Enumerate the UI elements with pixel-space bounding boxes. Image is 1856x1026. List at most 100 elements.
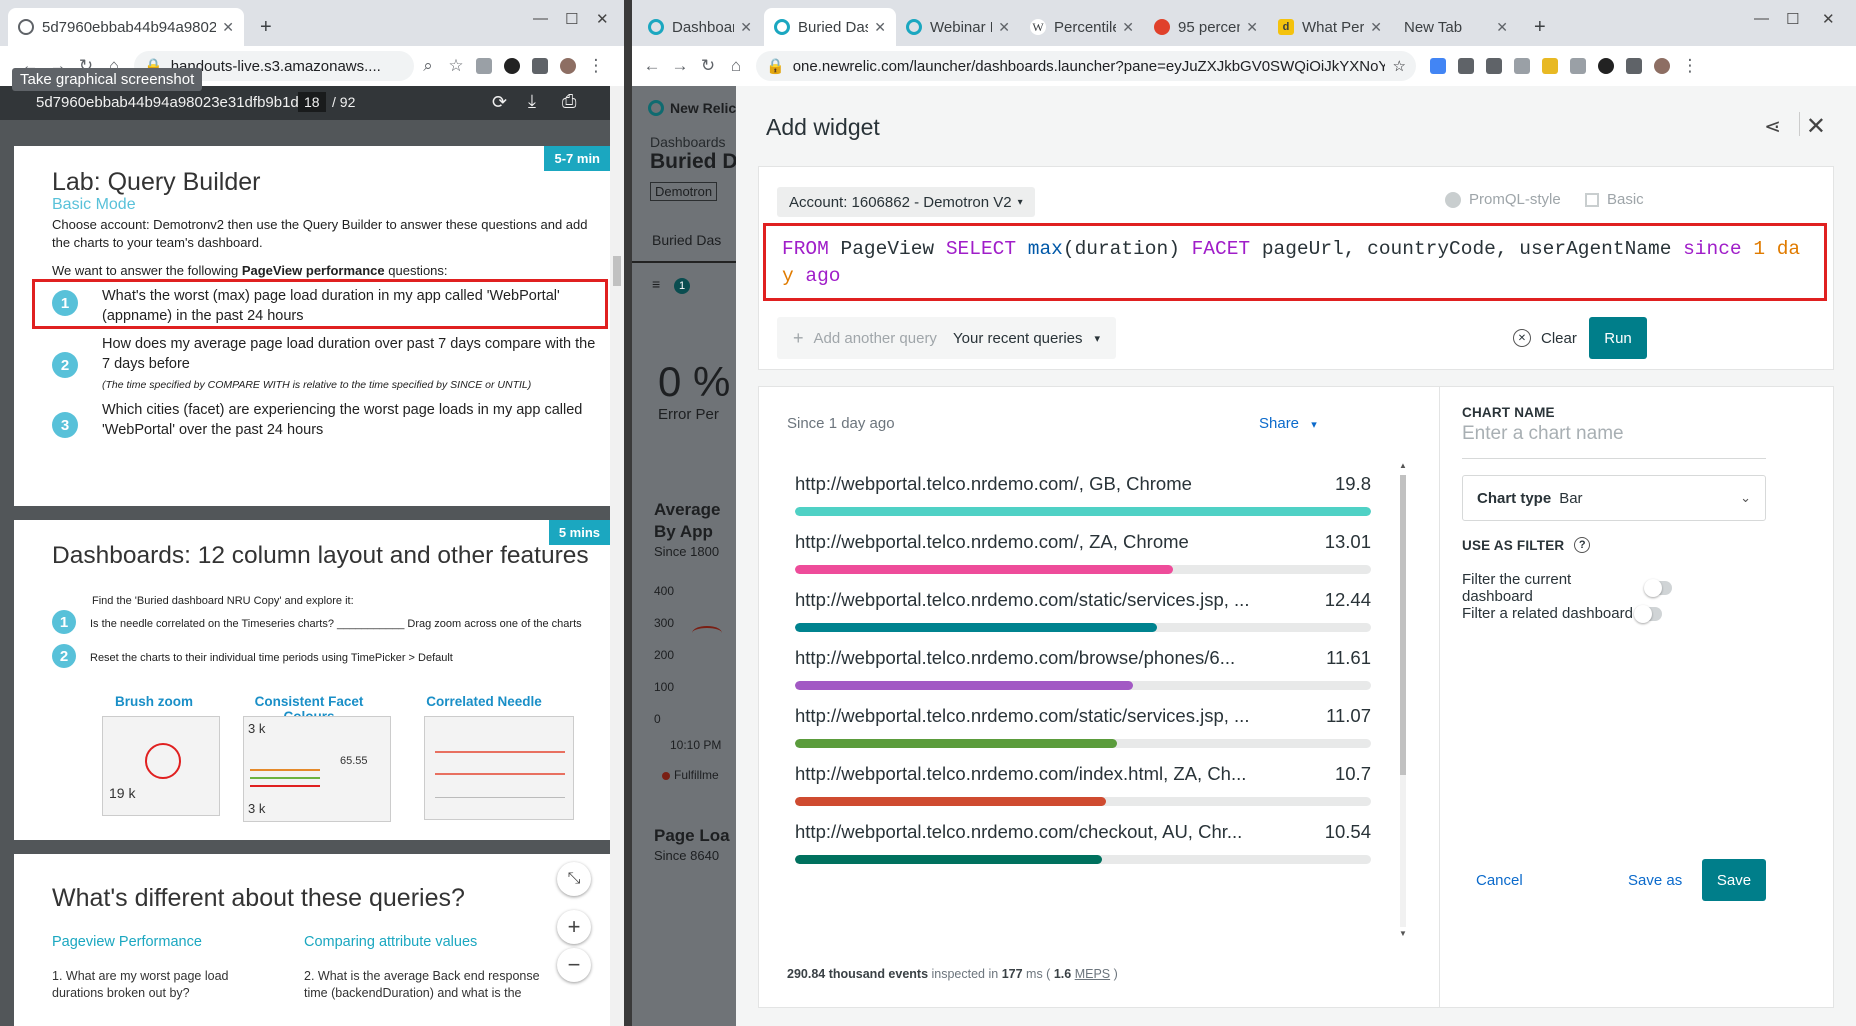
tab-pdf[interactable]: 5d7960ebbab44b94a9802 ✕ <box>8 8 244 46</box>
filter-current-toggle[interactable] <box>1644 579 1672 597</box>
bar-row[interactable]: http://webportal.telco.nrdemo.com/, GB, … <box>795 473 1371 516</box>
tab-webinar[interactable]: Webinar Da✕ <box>896 8 1020 46</box>
add-query-button[interactable]: + Add another query <box>777 317 953 359</box>
run-button[interactable]: Run <box>1589 317 1647 359</box>
tab-new-tab[interactable]: New Tab ✕ <box>1394 8 1518 46</box>
tab-buried-dash[interactable]: Buried Dash✕ <box>764 8 896 46</box>
tab-95-percentile[interactable]: 95 percentile✕ <box>1144 8 1268 46</box>
nrql-editor[interactable]: FROM PageView SELECT max(duration) FACET… <box>763 223 1827 301</box>
clear-button[interactable]: ✕ Clear <box>1497 317 1593 359</box>
new-tab-button[interactable]: + <box>1524 8 1554 46</box>
close-window-icon[interactable]: ✕ <box>596 10 609 28</box>
zoom-out-button[interactable]: − <box>557 948 591 982</box>
filter-current-row[interactable]: Filter the current dashboard <box>1462 571 1672 605</box>
print-icon[interactable]: ⎙ <box>562 91 576 112</box>
avatar[interactable] <box>560 58 576 74</box>
screenshot-icon[interactable] <box>1458 58 1474 74</box>
chart-type-select[interactable]: Chart type Bar ⌄ <box>1462 475 1766 521</box>
bar-value-label: 12.44 <box>1324 589 1371 610</box>
close-tab-icon[interactable]: ✕ <box>1370 19 1382 36</box>
close-tab-icon[interactable]: ✕ <box>998 19 1010 36</box>
filter-related-row[interactable]: Filter a related dashboard <box>1462 604 1662 623</box>
close-tab-icon[interactable]: ✕ <box>222 19 234 36</box>
slide-subtitle: Basic Mode <box>52 196 136 213</box>
download-icon[interactable]: ⤓ <box>528 91 536 112</box>
bar-row[interactable]: http://webportal.telco.nrdemo.com/, ZA, … <box>795 531 1371 574</box>
close-icon[interactable]: ✕ <box>1806 112 1826 141</box>
puzzle-icon[interactable] <box>1626 58 1642 74</box>
translate-icon[interactable] <box>1430 58 1446 74</box>
rotate-icon[interactable]: ⟳ <box>492 92 507 113</box>
account-pill[interactable]: Demotron <box>650 182 718 201</box>
share-dropdown[interactable]: Share ▾ <box>1259 415 1317 432</box>
avatar[interactable] <box>1654 58 1670 74</box>
bar-row[interactable]: http://webportal.telco.nrdemo.com/index.… <box>795 763 1371 806</box>
close-tab-icon[interactable]: ✕ <box>1496 19 1508 36</box>
filter-related-toggle[interactable] <box>1634 604 1662 623</box>
bookmark-star-icon[interactable]: ☆ <box>442 56 470 76</box>
record-extension-icon[interactable] <box>1598 58 1614 74</box>
bar-row[interactable]: http://webportal.telco.nrdemo.com/static… <box>795 705 1371 748</box>
pdf-page-input[interactable]: 18 <box>298 92 326 112</box>
chart-name-label: CHART NAME <box>1462 405 1555 420</box>
filter-icon[interactable]: ≡ <box>652 276 660 292</box>
puzzle-icon[interactable] <box>532 58 548 74</box>
pdf-scrollbar[interactable] <box>610 86 624 1026</box>
new-tab-button[interactable]: + <box>250 8 280 46</box>
save-as-button[interactable]: Save as <box>1610 859 1700 901</box>
chart-name-input[interactable]: Enter a chart name <box>1462 423 1766 459</box>
lightning-icon[interactable] <box>1542 58 1558 74</box>
tab-what-percentile[interactable]: d What Percen✕ <box>1268 8 1392 46</box>
camera-icon[interactable] <box>1514 58 1530 74</box>
close-tab-icon[interactable]: ✕ <box>874 19 886 36</box>
close-tab-icon[interactable]: ✕ <box>1246 19 1258 36</box>
cancel-button[interactable]: Cancel <box>1458 859 1541 901</box>
help-icon[interactable]: ? <box>1574 537 1591 553</box>
thumb-value: 3 k <box>248 801 266 816</box>
fit-page-button[interactable]: ⤡ <box>557 862 591 896</box>
basic-toggle[interactable]: Basic <box>1585 191 1644 208</box>
account-picker[interactable]: Account: 1606862 - Demotron V2 ▾ <box>777 187 1035 217</box>
cast-icon[interactable] <box>1486 58 1502 74</box>
scroll-up-icon[interactable]: ▲ <box>1399 461 1407 470</box>
dashboard-tab[interactable]: Buried Das <box>652 232 721 248</box>
scroll-down-icon[interactable]: ▼ <box>1399 929 1407 938</box>
zoom-icon[interactable]: ⌕ <box>414 56 442 76</box>
close-tab-icon[interactable]: ✕ <box>740 19 752 36</box>
bookmark-star-icon[interactable]: ☆ <box>1393 57 1406 75</box>
record-extension-icon[interactable] <box>504 58 520 74</box>
close-tab-icon[interactable]: ✕ <box>1122 19 1134 36</box>
save-button[interactable]: Save <box>1702 859 1766 901</box>
close-window-icon[interactable]: ✕ <box>1822 10 1835 28</box>
newrelic-icon <box>648 19 664 35</box>
tab-percentile-wiki[interactable]: W Percentile - V✕ <box>1020 8 1144 46</box>
share-icon[interactable]: ⋖ <box>1764 114 1781 139</box>
minimize-icon[interactable]: — <box>533 10 548 27</box>
query-panel: Account: 1606862 - Demotron V2 ▾ PromQL-… <box>758 166 1834 370</box>
maximize-icon[interactable]: ☐ <box>565 10 578 28</box>
maximize-icon[interactable]: ☐ <box>1786 10 1799 28</box>
bar <box>795 739 1118 748</box>
shield-extension-icon[interactable] <box>1570 58 1586 74</box>
bar-row[interactable]: http://webportal.telco.nrdemo.com/static… <box>795 589 1371 632</box>
menu-kebab-icon[interactable]: ⋮ <box>1676 56 1704 76</box>
pdf-pages[interactable]: 5-7 min Lab: Query Builder Basic Mode Ch… <box>0 120 624 1026</box>
bar-row[interactable]: http://webportal.telco.nrdemo.com/checko… <box>795 821 1371 864</box>
zoom-in-button[interactable]: + <box>557 910 591 944</box>
forward-icon[interactable]: → <box>666 56 694 76</box>
home-icon[interactable]: ⌂ <box>722 56 750 76</box>
tab-dashboards[interactable]: Dashboards✕ <box>638 8 762 46</box>
shield-extension-icon[interactable] <box>476 58 492 74</box>
reload-icon[interactable]: ↻ <box>694 56 722 76</box>
right-address-bar[interactable]: 🔒 one.newrelic.com/launcher/dashboards.l… <box>756 51 1416 81</box>
menu-kebab-icon[interactable]: ⋮ <box>582 56 610 76</box>
bar-row[interactable]: http://webportal.telco.nrdemo.com/browse… <box>795 647 1371 690</box>
tab-title: 5d7960ebbab44b94a9802 <box>42 18 217 36</box>
minimize-icon[interactable]: — <box>1754 10 1769 27</box>
recent-queries-button[interactable]: Your recent queries ▾ <box>937 317 1117 359</box>
back-icon[interactable]: ← <box>638 56 666 76</box>
right-tab-strip: Dashboards✕ Buried Dash✕ Webinar Da✕ W P… <box>632 0 1856 46</box>
breadcrumb[interactable]: Dashboards <box>650 134 726 150</box>
results-scrollbar[interactable]: ▲ ▼ <box>1397 461 1409 941</box>
promql-toggle[interactable]: PromQL-style <box>1445 191 1561 208</box>
